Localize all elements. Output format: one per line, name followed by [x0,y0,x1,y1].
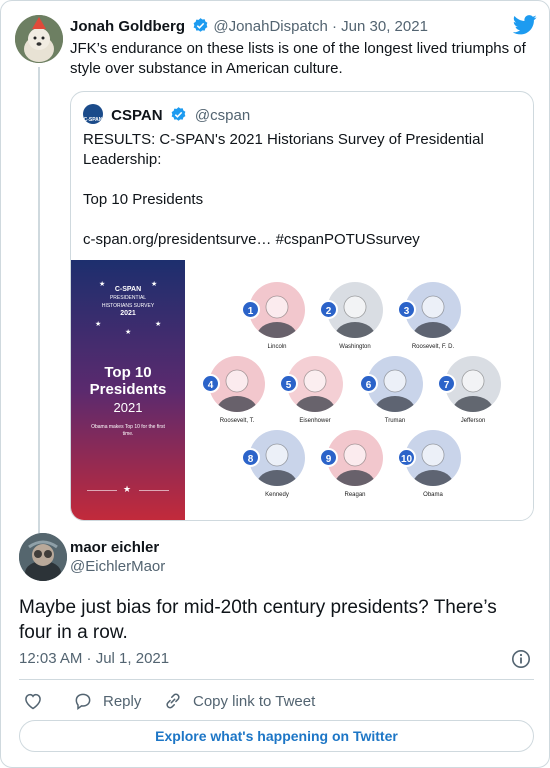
infographic-note: Obama makes Top 10 for the first time. [91,424,165,437]
tweet-embed-card: Jonah Goldberg @JonahDispatch · Jun 30, … [0,0,550,768]
tweet-date[interactable]: Jun 30, 2021 [341,18,428,35]
reply-author-handle[interactable]: @EichlerMaor [70,558,165,575]
president-name: Kennedy [265,492,289,498]
reply-icon [75,693,91,710]
reply-button[interactable]: Reply [73,689,141,713]
quoted-tweet-text: RESULTS: C-SPAN's 2021 Historians Survey… [83,131,484,248]
survey-infographic-image[interactable]: ★ ★ ★ ★ ★ C-SPAN PRESIDENTIAL HISTORIANS… [71,260,533,520]
like-button[interactable] [23,689,53,713]
rank-badge: 3 [397,300,416,319]
quoted-author-handle: @cspan [194,107,251,124]
reply-label: Reply [103,692,142,710]
president-name: Roosevelt, F. D. [411,344,455,350]
explore-twitter-button[interactable]: Explore what's happening on Twitter [19,720,534,752]
quoted-author-name: CSPAN [111,107,163,124]
copy-link-label: Copy link to Tweet [193,692,316,710]
president-card: 9 [319,430,389,490]
president-card: 7 [437,356,507,416]
author-name[interactable]: Jonah Goldberg [70,18,185,35]
infographic-year: 2021 [113,400,143,415]
cspan-avatar: C-SPAN [83,104,103,124]
verified-badge-icon [192,17,209,40]
parent-tweet-text: JFK’s endurance on these lists is one of… [70,40,526,77]
president-card: 3 [397,282,467,342]
rank-badge: 4 [201,374,220,393]
twitter-bird-icon[interactable] [512,15,537,40]
quoted-tweet[interactable]: C-SPAN CSPAN @cspan RESULTS: C-SPAN's 20… [70,91,534,521]
president-card: 5 [279,356,349,416]
quoted-header: C-SPAN CSPAN @cspan [83,104,250,129]
avatar[interactable] [19,533,67,581]
rank-badge: 8 [241,448,260,467]
verified-badge-icon [170,106,187,129]
infographic-title: Top 10 Presidents [89,364,167,398]
reply-author-name[interactable]: maor eichler [70,539,159,556]
author-handle[interactable]: @JonahDispatch [213,18,327,35]
star-icon: ★ [95,321,102,328]
copy-link-button[interactable]: Copy link to Tweet [163,689,315,713]
president-name: Roosevelt, T. [219,418,255,424]
rank-badge: 7 [437,374,456,393]
reply-tweet-text: Maybe just bias for mid-20th century pre… [19,597,497,643]
president-name: Obama [423,492,443,498]
thread-line [38,67,40,535]
divider [87,490,117,491]
heart-icon [25,693,41,710]
president-card: 4 [201,356,271,416]
president-name: Jefferson [460,418,486,424]
parent-header: Jonah Goldberg @JonahDispatch · Jun 30, … [70,17,530,40]
link-icon [166,693,180,709]
president-name: Lincoln [267,344,287,350]
divider [19,679,534,680]
rank-badge: 2 [319,300,338,319]
president-card: 1 [241,282,311,342]
cspan-survey-logo: C-SPAN PRESIDENTIAL HISTORIANS SURVEY 20… [101,286,155,317]
president-card: 10 [397,430,467,490]
infographic-title-panel: ★ ★ ★ ★ ★ C-SPAN PRESIDENTIAL HISTORIANS… [71,260,185,520]
rank-badge: 1 [241,300,260,319]
star-icon: ★ [155,321,162,328]
avatar[interactable] [15,15,63,63]
president-name: Truman [384,418,406,424]
president-name: Washington [339,344,371,350]
star-icon: ★ [125,329,132,336]
president-name: Eisenhower [299,418,331,424]
divider [139,490,169,491]
president-card: 2 [319,282,389,342]
president-card: 8 [241,430,311,490]
info-icon[interactable] [511,649,531,674]
rank-badge: 6 [359,374,378,393]
president-name: Reagan [344,492,366,498]
rank-badge: 9 [319,448,338,467]
rank-badge: 10 [397,448,416,467]
rank-badge: 5 [279,374,298,393]
president-card: 6 [359,356,429,416]
separator: · [332,18,337,35]
tweet-timestamp[interactable]: 12:03 AM · Jul 1, 2021 [19,650,169,667]
star-icon: ★ [123,484,132,494]
